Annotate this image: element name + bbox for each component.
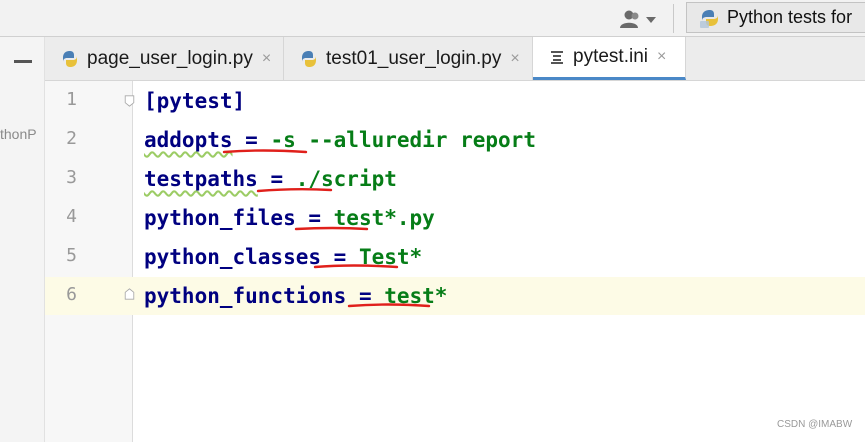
annotation-mark bbox=[222, 149, 308, 154]
annotation-mark bbox=[294, 226, 369, 231]
annotation-mark bbox=[347, 303, 431, 308]
annotation-mark bbox=[256, 188, 333, 193]
watermark: CSDN @IMABW bbox=[777, 419, 853, 430]
annotation-underlines bbox=[222, 149, 431, 308]
annotation-mark bbox=[313, 264, 399, 269]
